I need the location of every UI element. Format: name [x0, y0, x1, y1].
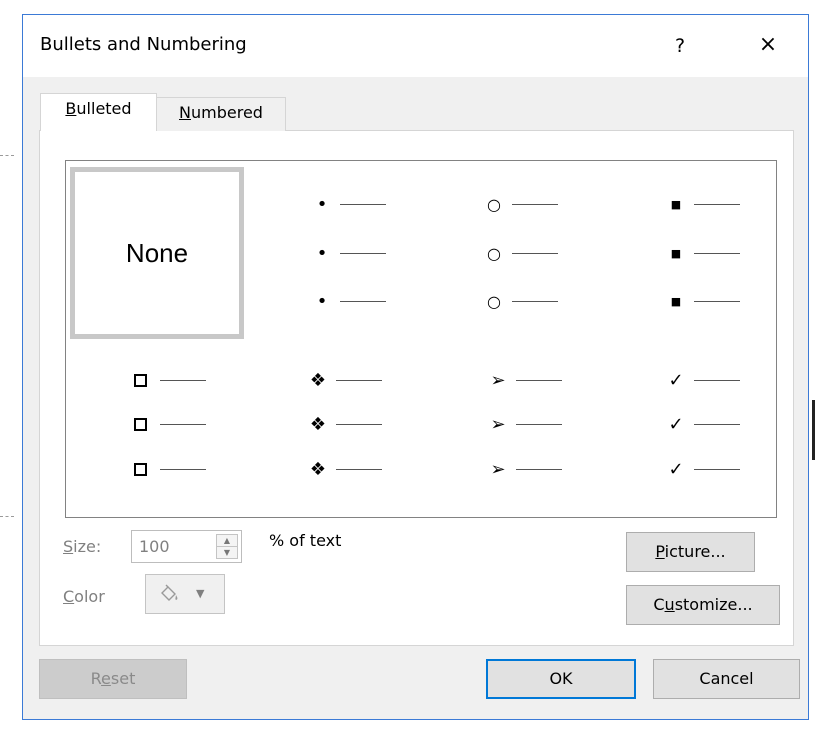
square-bullet-icon: ■ — [670, 247, 682, 260]
percent-of-text-label: % of text — [269, 531, 342, 550]
size-label: Size: — [63, 537, 101, 556]
square-bullet-icon: ■ — [670, 295, 682, 308]
reset-accesskey: e — [101, 669, 111, 688]
chevron-down-icon: ▼ — [196, 587, 205, 600]
four-diamonds-bullet-icon: ❖ — [309, 459, 327, 480]
tab-numbered-accesskey: N — [179, 103, 191, 122]
sample-line — [694, 253, 740, 254]
bullet-style-none[interactable]: None — [70, 167, 244, 339]
four-diamonds-bullet-icon: ❖ — [309, 414, 327, 435]
sample-line — [336, 380, 382, 381]
circle-bullet-icon: ○ — [487, 195, 501, 214]
circle-bullet-icon: ○ — [487, 244, 501, 263]
disc-bullet-icon: • — [316, 243, 328, 264]
bullets-and-numbering-dialog: Bullets and Numbering ? × Bulleted Numbe… — [22, 14, 809, 720]
sample-line — [340, 204, 386, 205]
tab-numbered-label: umbered — [191, 103, 263, 122]
arrowhead-bullet-icon: ➢ — [490, 459, 506, 480]
sample-line — [340, 301, 386, 302]
sample-line — [160, 424, 206, 425]
bullet-style-square[interactable]: ■ ■ ■ — [664, 191, 764, 331]
help-button[interactable]: ? — [667, 32, 693, 60]
arrowhead-bullet-icon: ➢ — [490, 370, 506, 391]
picture-accesskey: P — [655, 542, 665, 561]
size-accesskey: S — [63, 537, 74, 556]
bullet-style-disc[interactable]: • • • — [310, 191, 410, 331]
size-label-text: ize: — [73, 537, 102, 556]
dialog-title: Bullets and Numbering — [40, 34, 247, 55]
paint-bucket-icon — [161, 584, 178, 601]
sample-line — [160, 469, 206, 470]
spin-up-icon[interactable]: ▲ — [217, 535, 237, 546]
disc-bullet-icon: • — [316, 194, 328, 215]
arrowhead-bullet-icon: ➢ — [490, 414, 506, 435]
picture-button[interactable]: Picture... — [626, 532, 755, 572]
size-value: 100 — [139, 537, 170, 556]
sample-line — [512, 301, 558, 302]
square-bullet-icon: ■ — [670, 198, 682, 211]
title-bar: Bullets and Numbering ? × — [23, 15, 808, 77]
sample-line — [340, 253, 386, 254]
cancel-button[interactable]: Cancel — [653, 659, 800, 699]
sample-line — [160, 380, 206, 381]
checkmark-bullet-icon: ✓ — [668, 414, 684, 435]
checkmark-bullet-icon: ✓ — [668, 459, 684, 480]
sample-line — [516, 469, 562, 470]
sample-line — [336, 469, 382, 470]
hollow-square-bullet-icon — [134, 463, 147, 476]
bullet-style-arrowhead[interactable]: ➢ ➢ ➢ — [486, 367, 586, 507]
sample-line — [694, 301, 740, 302]
reset-button[interactable]: Reset — [39, 659, 187, 699]
reset-label-start: R — [90, 669, 102, 688]
customize-accesskey: u — [664, 595, 675, 614]
sample-line — [516, 380, 562, 381]
circle-bullet-icon: ○ — [487, 292, 501, 311]
tab-bulleted-label: ulleted — [76, 99, 132, 118]
size-input[interactable]: 100 ▲ ▼ — [131, 530, 242, 563]
disc-bullet-icon: • — [316, 291, 328, 312]
ok-button[interactable]: OK — [486, 659, 636, 699]
document-margin-line-bottom — [0, 516, 14, 517]
sample-line — [516, 424, 562, 425]
tab-bulleted[interactable]: Bulleted — [40, 93, 157, 131]
bullet-gallery: None • • • ○ ○ ○ ■ ■ ■ ❖ ❖ ❖ ➢ ➢ ➢ ✓ ✓ ✓ — [65, 160, 777, 518]
document-margin-line-top — [0, 155, 14, 156]
four-diamonds-bullet-icon: ❖ — [309, 370, 327, 391]
customize-label-start: C — [653, 595, 665, 614]
bullet-style-four-diamonds[interactable]: ❖ ❖ ❖ — [306, 367, 406, 507]
bullet-style-checkmark[interactable]: ✓ ✓ ✓ — [664, 367, 764, 507]
reset-label-rest: set — [110, 669, 136, 688]
sample-line — [694, 424, 740, 425]
color-label-text: olor — [74, 587, 105, 606]
spin-down-icon[interactable]: ▼ — [217, 546, 237, 558]
picture-label: icture... — [664, 542, 726, 561]
sample-line — [694, 380, 740, 381]
sample-line — [512, 253, 558, 254]
hollow-square-bullet-icon — [134, 374, 147, 387]
close-button[interactable]: × — [753, 30, 783, 60]
tab-bulleted-accesskey: B — [65, 99, 77, 118]
customize-label-rest: stomize... — [674, 595, 753, 614]
sample-line — [336, 424, 382, 425]
background-document-edge — [812, 400, 815, 460]
bullet-style-circle[interactable]: ○ ○ ○ — [482, 191, 582, 331]
color-dropdown[interactable]: ▼ — [145, 574, 225, 614]
sample-line — [694, 469, 740, 470]
customize-button[interactable]: Customize... — [626, 585, 780, 625]
hollow-square-bullet-icon — [134, 418, 147, 431]
checkmark-bullet-icon: ✓ — [668, 370, 684, 391]
tab-numbered[interactable]: Numbered — [156, 97, 286, 131]
color-label: Color — [63, 587, 105, 606]
sample-line — [694, 204, 740, 205]
size-spinner: ▲ ▼ — [216, 534, 238, 559]
none-label: None — [125, 237, 189, 268]
sample-line — [512, 204, 558, 205]
bullet-style-hollow-square[interactable] — [130, 367, 230, 507]
color-accesskey: C — [63, 587, 75, 606]
